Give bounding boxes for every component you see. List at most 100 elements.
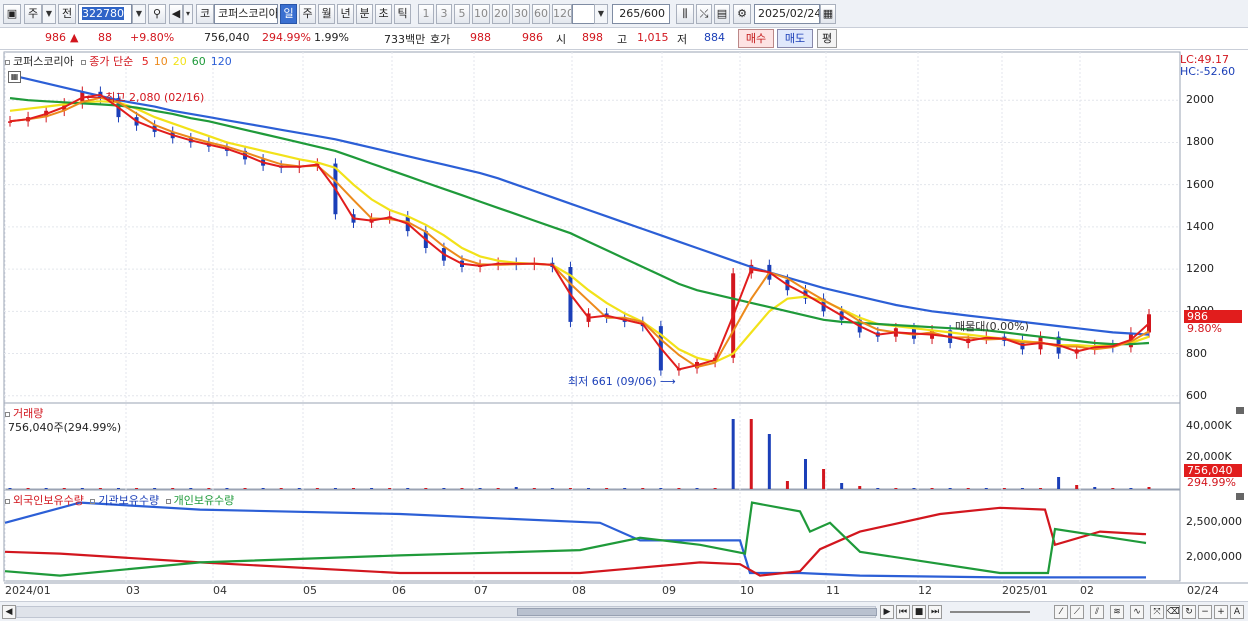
holders-tick-2500000: 2,500,000: [1186, 515, 1242, 528]
volume-bar: [279, 488, 283, 489]
trade-amount: 733백만: [384, 33, 426, 46]
turnover-rate: 1.99%: [314, 31, 349, 44]
volume-bar: [478, 488, 482, 489]
sound-dropdown-icon[interactable]: ▾: [183, 4, 193, 24]
bar-count-field[interactable]: 265/600: [612, 4, 670, 24]
x-label-8: 10: [740, 584, 754, 597]
interval-button-10[interactable]: 10: [472, 4, 490, 24]
volume-bar: [695, 488, 699, 489]
volume-bar: [1129, 488, 1133, 489]
interval-button-1[interactable]: 1: [418, 4, 434, 24]
period-tab-6[interactable]: 틱: [394, 4, 411, 24]
scroll-left-icon[interactable]: ◀: [2, 605, 16, 619]
interval-button-3[interactable]: 3: [436, 4, 452, 24]
volume-bar: [1075, 485, 1079, 489]
draw-trend-icon[interactable]: ⟋: [1070, 605, 1084, 619]
volume-bar: [1020, 488, 1024, 489]
volume-bar: [568, 488, 572, 489]
volume-bar: [677, 488, 681, 489]
window-menu-icon[interactable]: ▣: [3, 4, 21, 24]
volume-bar: [822, 469, 826, 489]
bottom-scrollbar[interactable]: ◀ ▶ ⏮ ■ ⏭ ⁄ ⟋ ⫽ ≋ ∿ ⤧ ⌫ ↻ − + A: [0, 601, 1248, 621]
interval-dropdown-icon[interactable]: ▼: [594, 4, 608, 24]
volume-bar: [984, 488, 988, 489]
period-tab-2[interactable]: 월: [318, 4, 335, 24]
calendar-icon[interactable]: ▦: [820, 4, 836, 24]
volume-bar: [731, 419, 735, 489]
draw-gann-icon[interactable]: ⤧: [1150, 605, 1164, 619]
draw-cycle-icon[interactable]: ↻: [1182, 605, 1196, 619]
volume-bar: [225, 488, 229, 489]
legend-ma-2: 20: [172, 55, 187, 68]
save-icon[interactable]: ▤: [714, 4, 730, 24]
sound-icon[interactable]: ◀: [169, 4, 183, 24]
sell-button[interactable]: 매도: [777, 29, 813, 48]
draw-line-icon[interactable]: ⁄: [1054, 605, 1068, 619]
scroll-thumb[interactable]: [517, 608, 877, 616]
low-price: 884: [704, 31, 725, 44]
volume-bar: [297, 488, 301, 489]
legend-ma-3: 60: [191, 55, 206, 68]
interval-button-5[interactable]: 5: [454, 4, 470, 24]
period-tab-0[interactable]: 일: [280, 4, 297, 24]
volume-tick-20000k: 20,000K: [1186, 450, 1232, 463]
date-field[interactable]: 2025/02/24: [754, 4, 820, 24]
flat-button[interactable]: 평: [817, 29, 837, 48]
interval-button-30[interactable]: 30: [512, 4, 530, 24]
zoom-in-icon[interactable]: +: [1214, 605, 1228, 619]
volume-close-icon: [1236, 407, 1244, 414]
chart-type-select[interactable]: 주: [24, 4, 42, 24]
interval-button-60[interactable]: 60: [532, 4, 550, 24]
period-tab-1[interactable]: 주: [299, 4, 316, 24]
period-tab-4[interactable]: 분: [356, 4, 373, 24]
stock-name-field: 코퍼스코리아: [214, 4, 278, 24]
zoom-out-icon[interactable]: −: [1198, 605, 1212, 619]
period-tab-5[interactable]: 초: [375, 4, 392, 24]
holders-tick-2000000: 2,000,000: [1186, 550, 1242, 563]
volume-bar: [62, 488, 66, 489]
scroll-track[interactable]: [16, 606, 877, 618]
rewind-icon[interactable]: ⏮: [896, 605, 910, 619]
market-code-button[interactable]: 코: [196, 4, 214, 24]
volume-bar: [8, 488, 12, 489]
text-tool-icon[interactable]: A: [1230, 605, 1244, 619]
interval-button-20[interactable]: 20: [492, 4, 510, 24]
zoom-slider[interactable]: [950, 611, 1030, 613]
x-label-7: 09: [662, 584, 676, 597]
price-tick-1200: 1200: [1186, 262, 1214, 276]
ask-label: 호가: [430, 33, 451, 46]
interval-button-120[interactable]: 120: [552, 4, 572, 24]
x-label-9: 11: [826, 584, 840, 597]
buy-button[interactable]: 매수: [738, 29, 774, 48]
x-label-4: 06: [392, 584, 406, 597]
price-legend: 코퍼스코리아 종가 단순 5 10 20 60 120: [5, 53, 232, 69]
scroll-right-icon[interactable]: ▶: [880, 605, 894, 619]
forward-icon[interactable]: ⏭: [928, 605, 942, 619]
volume-bar: [171, 488, 175, 489]
volume-bar: [98, 488, 102, 489]
volume-bar: [153, 488, 157, 489]
chart-type-dropdown-icon[interactable]: ▼: [42, 4, 56, 24]
stock-code-dropdown-icon[interactable]: ▼: [132, 4, 146, 24]
price-tick-600: 600: [1186, 388, 1207, 402]
candle-style-icon[interactable]: ⫼: [676, 4, 694, 24]
stock-chart[interactable]: [0, 50, 1248, 601]
draw-channel-icon[interactable]: ⫽: [1090, 605, 1104, 619]
holders-legend: 외국인보유수량 기관보유수량 개인보유수량: [5, 492, 234, 508]
prev-stock-button[interactable]: 전: [58, 4, 76, 24]
period-tab-3[interactable]: 년: [337, 4, 354, 24]
draw-wave-icon[interactable]: ∿: [1130, 605, 1144, 619]
volume-bar: [894, 488, 898, 489]
grid-toggle-icon[interactable]: ▦: [8, 71, 21, 83]
settings-gear-icon[interactable]: ⚙: [733, 4, 751, 24]
stock-search-icon[interactable]: ⚲: [148, 4, 166, 24]
chart-tool-icon[interactable]: ⤯: [696, 4, 712, 24]
holders-close-icon: [1236, 493, 1244, 500]
stop-icon[interactable]: ■: [912, 605, 926, 619]
legend-institution: 기관보유수량: [98, 494, 160, 507]
open-label: 시: [556, 33, 567, 46]
stock-code-input[interactable]: 322780: [78, 4, 132, 24]
draw-eraser-icon[interactable]: ⌫: [1166, 605, 1180, 619]
draw-fib-icon[interactable]: ≋: [1110, 605, 1124, 619]
volume-bar: [424, 488, 428, 489]
